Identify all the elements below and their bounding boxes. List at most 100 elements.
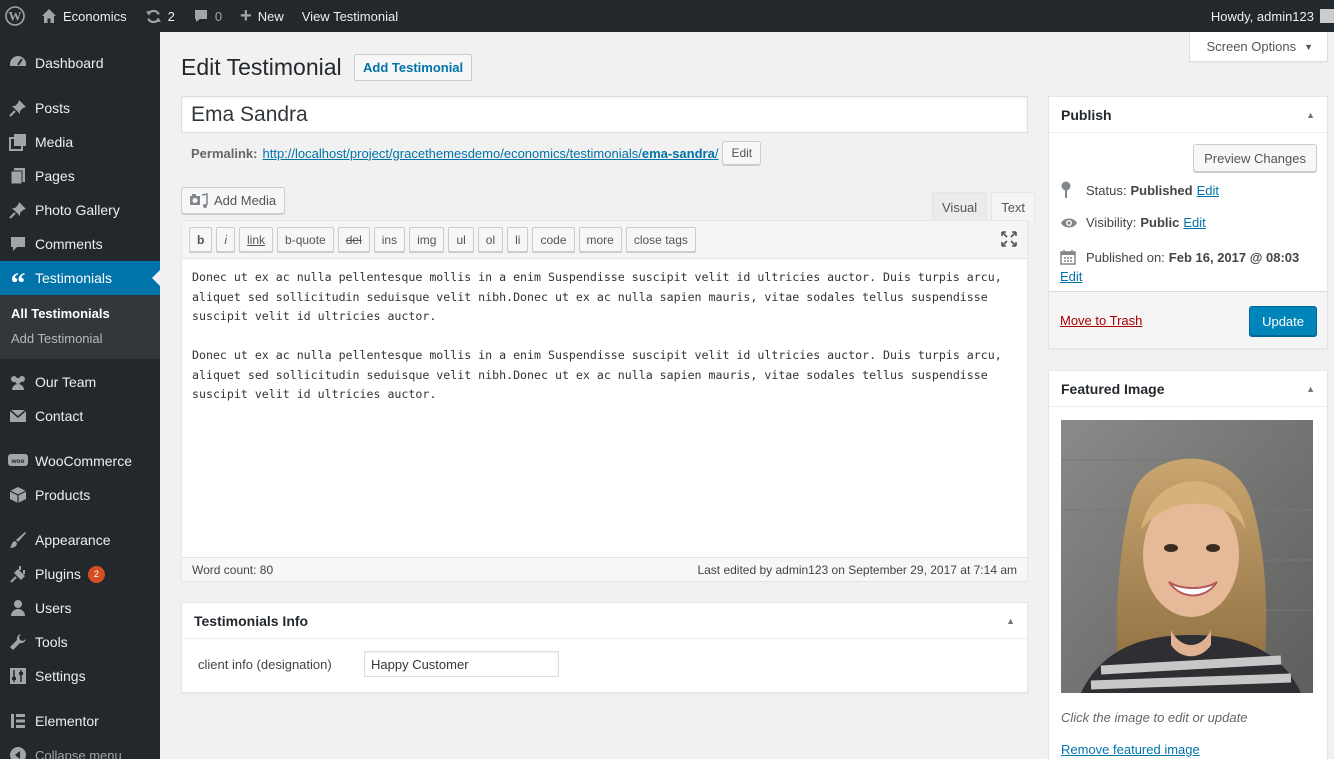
dashboard-icon — [8, 53, 28, 73]
sidebar-item-contact[interactable]: Contact — [0, 399, 160, 433]
edit-date-link[interactable]: Edit — [1060, 269, 1082, 284]
pin-icon — [8, 98, 28, 118]
mail-icon — [8, 406, 28, 426]
sidebar-item-plugins[interactable]: Plugins 2 — [0, 557, 160, 591]
testimonials-submenu: All Testimonials Add Testimonial — [0, 295, 160, 359]
pin-icon — [8, 200, 28, 220]
plugins-update-badge: 2 — [87, 565, 105, 583]
qt-li-button[interactable]: li — [507, 227, 529, 252]
qt-blockquote-button[interactable]: b-quote — [277, 227, 334, 252]
move-to-trash-link[interactable]: Move to Trash — [1060, 313, 1142, 328]
plus-icon: + — [240, 4, 252, 27]
quote-icon: “ — [10, 267, 26, 300]
qt-ol-button[interactable]: ol — [477, 227, 504, 252]
sidebar-item-media[interactable]: Media — [0, 125, 160, 159]
plug-icon — [8, 564, 28, 584]
svg-text:W: W — [9, 9, 22, 24]
word-count: Word count: 80 — [192, 562, 274, 577]
add-testimonial-button[interactable]: Add Testimonial — [354, 54, 473, 81]
fullscreen-icon[interactable] — [1001, 231, 1017, 250]
published-on-row: Published on: Feb 16, 2017 @ 08:03 — [1060, 249, 1303, 265]
sidebar-item-posts[interactable]: Posts — [0, 91, 160, 125]
settings-icon — [8, 666, 28, 686]
sidebar-item-photo-gallery[interactable]: Photo Gallery — [0, 193, 160, 227]
sidebar-item-woocommerce[interactable]: woo WooCommerce — [0, 444, 160, 478]
caret-up-icon[interactable]: ▲ — [1306, 110, 1315, 120]
qt-bold-button[interactable]: b — [189, 227, 213, 252]
calendar-icon — [1060, 249, 1078, 265]
featured-image-caption: Click the image to edit or update — [1061, 710, 1248, 725]
client-info-input[interactable]: Happy Customer — [364, 651, 559, 677]
box-icon — [8, 485, 28, 505]
svg-text:woo: woo — [11, 458, 25, 465]
team-icon — [8, 372, 28, 392]
metabox-header[interactable]: Testimonials Info ▲ — [182, 603, 1027, 639]
last-edited: Last edited by admin123 on September 29,… — [697, 562, 1017, 577]
edit-status-link[interactable]: Edit — [1197, 183, 1219, 198]
tab-text[interactable]: Text — [991, 192, 1036, 221]
qt-del-button[interactable]: del — [337, 227, 370, 252]
sidebar-item-our-team[interactable]: Our Team — [0, 365, 160, 399]
sidebar-item-products[interactable]: Products — [0, 478, 160, 512]
submenu-add-testimonial[interactable]: Add Testimonial — [0, 326, 160, 351]
qt-close-tags-button[interactable]: close tags — [625, 227, 696, 252]
pin-status-icon — [1060, 181, 1078, 199]
wordpress-logo-icon[interactable]: W — [0, 0, 32, 32]
updates-link[interactable]: 2 — [136, 0, 184, 32]
sidebar-item-dashboard[interactable]: Dashboard — [0, 46, 160, 80]
camera-music-icon — [190, 192, 208, 209]
qt-italic-button[interactable]: i — [216, 227, 236, 252]
refresh-icon — [145, 8, 162, 25]
metabox-header[interactable]: Publish ▲ — [1049, 97, 1327, 133]
brush-icon — [8, 530, 28, 550]
visibility-row: Visibility: Public Edit — [1060, 215, 1206, 230]
tab-visual[interactable]: Visual — [932, 192, 988, 221]
comments-link[interactable]: 0 — [184, 0, 231, 32]
sidebar-item-users[interactable]: Users — [0, 591, 160, 625]
status-row: Status: Published Edit — [1060, 181, 1219, 199]
add-media-button[interactable]: Add Media — [181, 187, 286, 214]
caret-up-icon[interactable]: ▲ — [1306, 384, 1315, 394]
preview-changes-button[interactable]: Preview Changes — [1193, 144, 1317, 172]
sidebar-item-pages[interactable]: Pages — [0, 159, 160, 193]
sidebar-item-elementor[interactable]: Elementor — [0, 704, 160, 738]
comment-bubble-icon — [193, 8, 209, 24]
sidebar-item-testimonials[interactable]: “ Testimonials — [0, 261, 160, 300]
sidebar-item-settings[interactable]: Settings — [0, 659, 160, 693]
featured-image-metabox: Featured Image ▲ Click the image to edit… — [1048, 370, 1328, 759]
publish-metabox: Publish ▲ Preview Changes Status: Publis… — [1048, 96, 1328, 349]
qt-link-button[interactable]: link — [239, 227, 274, 252]
main-content: Screen Options ▼ Edit Testimonial Add Te… — [160, 32, 1334, 759]
quicktags-toolbar: b i link b-quote del ins img ul ol li co… — [182, 221, 1027, 259]
sidebar-item-appearance[interactable]: Appearance — [0, 523, 160, 557]
my-account-link[interactable]: Howdy, admin123 — [1202, 0, 1334, 32]
site-name-link[interactable]: Economics — [32, 0, 136, 32]
new-content-link[interactable]: + New — [231, 0, 293, 32]
qt-ins-button[interactable]: ins — [373, 227, 406, 252]
metabox-header[interactable]: Featured Image ▲ — [1049, 371, 1327, 407]
qt-more-button[interactable]: more — [578, 227, 622, 252]
view-testimonial-link[interactable]: View Testimonial — [293, 0, 407, 32]
permalink-row: Permalink: http://localhost/project/grac… — [191, 141, 762, 165]
collapse-menu-button[interactable]: Collapse menu — [0, 738, 160, 759]
qt-img-button[interactable]: img — [409, 227, 445, 252]
permalink-link[interactable]: http://localhost/project/gracethemesdemo… — [262, 146, 718, 161]
qt-ul-button[interactable]: ul — [448, 227, 474, 252]
content-textarea[interactable]: Donec ut ex ac nulla pellentesque mollis… — [182, 259, 1027, 557]
sidebar-item-comments[interactable]: Comments — [0, 227, 160, 261]
edit-slug-button[interactable]: Edit — [722, 141, 762, 165]
admin-sidebar: Dashboard Posts Media Pages Photo Galler… — [0, 32, 160, 759]
media-icon — [8, 132, 28, 152]
edit-visibility-link[interactable]: Edit — [1183, 215, 1205, 230]
screen-options-button[interactable]: Screen Options ▼ — [1189, 32, 1328, 62]
remove-featured-image-link[interactable]: Remove featured image — [1061, 742, 1200, 757]
qt-code-button[interactable]: code — [532, 227, 575, 252]
update-button[interactable]: Update — [1249, 306, 1317, 336]
featured-image[interactable] — [1061, 420, 1313, 693]
home-icon — [41, 8, 57, 24]
caret-up-icon[interactable]: ▲ — [1006, 616, 1015, 626]
sidebar-item-tools[interactable]: Tools — [0, 625, 160, 659]
post-title-input[interactable]: Ema Sandra — [181, 96, 1028, 133]
editor-tabs: Visual Text — [928, 192, 1036, 221]
submenu-all-testimonials[interactable]: All Testimonials — [0, 301, 160, 326]
